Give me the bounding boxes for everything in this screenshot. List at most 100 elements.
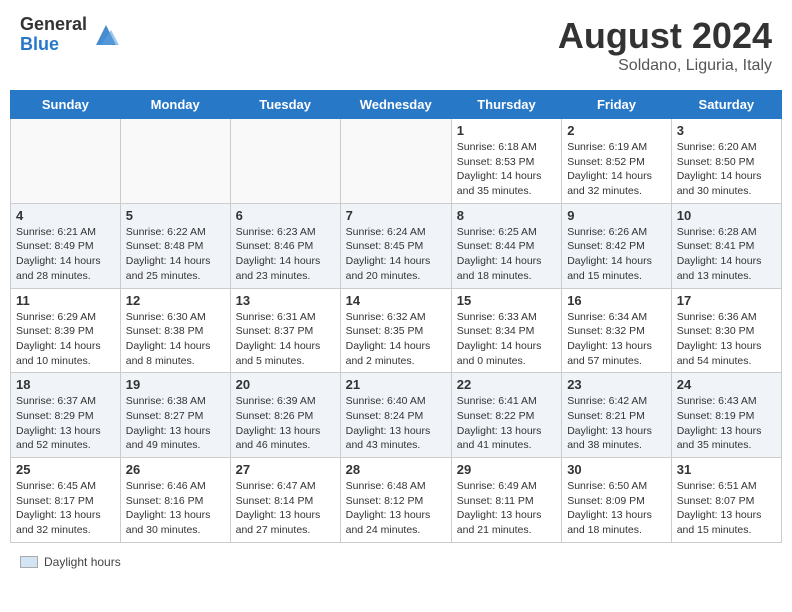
day-info-text: Sunrise: 6:31 AM Sunset: 8:37 PM Dayligh… [236, 310, 335, 369]
calendar-day-cell: 2 Sunrise: 6:19 AM Sunset: 8:52 PM Daylig… [562, 119, 672, 204]
day-number: 12 [126, 293, 225, 308]
day-number: 9 [567, 208, 666, 223]
day-number: 17 [677, 293, 776, 308]
day-info-text: Sunrise: 6:49 AM Sunset: 8:11 PM Dayligh… [457, 479, 556, 538]
day-info-text: Sunrise: 6:18 AM Sunset: 8:53 PM Dayligh… [457, 140, 556, 199]
day-number: 7 [346, 208, 446, 223]
day-info-text: Sunrise: 6:46 AM Sunset: 8:16 PM Dayligh… [126, 479, 225, 538]
calendar-day-cell: 11Sunrise: 6:29 AM Sunset: 8:39 PM Dayli… [11, 288, 121, 373]
calendar-day-cell: 19 Sunrise: 6:38 AM Sunset: 8:27 PM Dayli… [120, 373, 230, 458]
day-info-text: Sunrise: 6:43 AM Sunset: 8:19 PM Dayligh… [677, 394, 776, 453]
day-info-text: Sunrise: 6:20 AM Sunset: 8:50 PM Dayligh… [677, 140, 776, 199]
day-number: 19 [126, 377, 225, 392]
day-info-text: Sunrise: 6:34 AM Sunset: 8:32 PM Dayligh… [567, 310, 666, 369]
day-info-text: Sunrise: 6:47 AM Sunset: 8:14 PM Dayligh… [236, 479, 335, 538]
day-number: 23 [567, 377, 666, 392]
day-info-text: Sunrise: 6:25 AM Sunset: 8:44 PM Dayligh… [457, 225, 556, 284]
day-number: 11 [16, 293, 115, 308]
day-number: 4 [16, 208, 115, 223]
day-number: 26 [126, 462, 225, 477]
calendar-day-cell: 26 Sunrise: 6:46 AM Sunset: 8:16 PM Dayli… [120, 458, 230, 543]
logo-icon [91, 20, 121, 50]
calendar-day-header: Thursday [451, 91, 561, 119]
calendar-day-cell: 29 Sunrise: 6:49 AM Sunset: 8:11 PM Dayli… [451, 458, 561, 543]
day-info-text: Sunrise: 6:48 AM Sunset: 8:12 PM Dayligh… [346, 479, 446, 538]
calendar-day-cell [230, 119, 340, 204]
calendar-day-header: Friday [562, 91, 672, 119]
day-number: 10 [677, 208, 776, 223]
calendar-day-cell: 10 Sunrise: 6:28 AM Sunset: 8:41 PM Dayli… [671, 203, 781, 288]
calendar-day-cell: 31 Sunrise: 6:51 AM Sunset: 8:07 PM Dayli… [671, 458, 781, 543]
day-number: 21 [346, 377, 446, 392]
calendar-day-header: Sunday [11, 91, 121, 119]
day-info-text: Sunrise: 6:36 AM Sunset: 8:30 PM Dayligh… [677, 310, 776, 369]
day-number: 3 [677, 123, 776, 138]
day-info-text: Sunrise: 6:39 AM Sunset: 8:26 PM Dayligh… [236, 394, 335, 453]
location-subtitle: Soldano, Liguria, Italy [558, 57, 772, 75]
calendar-day-cell: 15Sunrise: 6:33 AM Sunset: 8:34 PM Dayli… [451, 288, 561, 373]
calendar-day-cell: 25Sunrise: 6:45 AM Sunset: 8:17 PM Dayli… [11, 458, 121, 543]
day-info-text: Sunrise: 6:42 AM Sunset: 8:21 PM Dayligh… [567, 394, 666, 453]
month-year-title: August 2024 [558, 15, 772, 57]
calendar-day-cell [340, 119, 451, 204]
page-header: General Blue August 2024 Soldano, Liguri… [10, 10, 782, 80]
day-info-text: Sunrise: 6:50 AM Sunset: 8:09 PM Dayligh… [567, 479, 666, 538]
day-number: 13 [236, 293, 335, 308]
day-info-text: Sunrise: 6:32 AM Sunset: 8:35 PM Dayligh… [346, 310, 446, 369]
day-number: 2 [567, 123, 666, 138]
calendar-day-header: Tuesday [230, 91, 340, 119]
calendar-day-cell: 16 Sunrise: 6:34 AM Sunset: 8:32 PM Dayli… [562, 288, 672, 373]
day-info-text: Sunrise: 6:40 AM Sunset: 8:24 PM Dayligh… [346, 394, 446, 453]
calendar-day-cell [120, 119, 230, 204]
calendar-week-row: 18Sunrise: 6:37 AM Sunset: 8:29 PM Dayli… [11, 373, 782, 458]
calendar-day-cell: 7 Sunrise: 6:24 AM Sunset: 8:45 PM Daylig… [340, 203, 451, 288]
day-number: 31 [677, 462, 776, 477]
calendar-day-header: Saturday [671, 91, 781, 119]
day-number: 24 [677, 377, 776, 392]
logo-blue-text: Blue [20, 35, 87, 55]
calendar-day-cell: 12 Sunrise: 6:30 AM Sunset: 8:38 PM Dayli… [120, 288, 230, 373]
day-number: 28 [346, 462, 446, 477]
logo: General Blue [20, 15, 121, 55]
calendar-table: SundayMondayTuesdayWednesdayThursdayFrid… [10, 90, 782, 543]
calendar-week-row: 25Sunrise: 6:45 AM Sunset: 8:17 PM Dayli… [11, 458, 782, 543]
day-number: 14 [346, 293, 446, 308]
calendar-day-cell: 30 Sunrise: 6:50 AM Sunset: 8:09 PM Dayli… [562, 458, 672, 543]
calendar-header-row: SundayMondayTuesdayWednesdayThursdayFrid… [11, 91, 782, 119]
day-info-text: Sunrise: 6:41 AM Sunset: 8:22 PM Dayligh… [457, 394, 556, 453]
day-number: 6 [236, 208, 335, 223]
day-number: 30 [567, 462, 666, 477]
day-info-text: Sunrise: 6:51 AM Sunset: 8:07 PM Dayligh… [677, 479, 776, 538]
calendar-footer: Daylight hours [10, 551, 782, 573]
calendar-day-cell: 23 Sunrise: 6:42 AM Sunset: 8:21 PM Dayli… [562, 373, 672, 458]
calendar-week-row: 1Sunrise: 6:18 AM Sunset: 8:53 PM Daylig… [11, 119, 782, 204]
day-number: 16 [567, 293, 666, 308]
day-info-text: Sunrise: 6:21 AM Sunset: 8:49 PM Dayligh… [16, 225, 115, 284]
calendar-day-cell: 20Sunrise: 6:39 AM Sunset: 8:26 PM Dayli… [230, 373, 340, 458]
calendar-day-cell: 3 Sunrise: 6:20 AM Sunset: 8:50 PM Daylig… [671, 119, 781, 204]
calendar-day-cell [11, 119, 121, 204]
calendar-week-row: 4 Sunrise: 6:21 AM Sunset: 8:49 PM Daylig… [11, 203, 782, 288]
day-info-text: Sunrise: 6:38 AM Sunset: 8:27 PM Dayligh… [126, 394, 225, 453]
calendar-day-cell: 13 Sunrise: 6:31 AM Sunset: 8:37 PM Dayli… [230, 288, 340, 373]
calendar-day-header: Wednesday [340, 91, 451, 119]
calendar-day-cell: 17 Sunrise: 6:36 AM Sunset: 8:30 PM Dayli… [671, 288, 781, 373]
calendar-day-cell: 1Sunrise: 6:18 AM Sunset: 8:53 PM Daylig… [451, 119, 561, 204]
day-info-text: Sunrise: 6:19 AM Sunset: 8:52 PM Dayligh… [567, 140, 666, 199]
day-number: 8 [457, 208, 556, 223]
day-info-text: Sunrise: 6:22 AM Sunset: 8:48 PM Dayligh… [126, 225, 225, 284]
day-number: 18 [16, 377, 115, 392]
logo-general-text: General [20, 15, 87, 35]
day-info-text: Sunrise: 6:23 AM Sunset: 8:46 PM Dayligh… [236, 225, 335, 284]
day-number: 29 [457, 462, 556, 477]
calendar-week-row: 11Sunrise: 6:29 AM Sunset: 8:39 PM Dayli… [11, 288, 782, 373]
day-info-text: Sunrise: 6:30 AM Sunset: 8:38 PM Dayligh… [126, 310, 225, 369]
calendar-day-cell: 8 Sunrise: 6:25 AM Sunset: 8:44 PM Daylig… [451, 203, 561, 288]
day-info-text: Sunrise: 6:24 AM Sunset: 8:45 PM Dayligh… [346, 225, 446, 284]
daylight-legend-label: Daylight hours [44, 555, 121, 569]
day-number: 5 [126, 208, 225, 223]
calendar-day-header: Monday [120, 91, 230, 119]
daylight-legend-box [20, 556, 38, 568]
calendar-day-cell: 28 Sunrise: 6:48 AM Sunset: 8:12 PM Dayli… [340, 458, 451, 543]
day-info-text: Sunrise: 6:28 AM Sunset: 8:41 PM Dayligh… [677, 225, 776, 284]
